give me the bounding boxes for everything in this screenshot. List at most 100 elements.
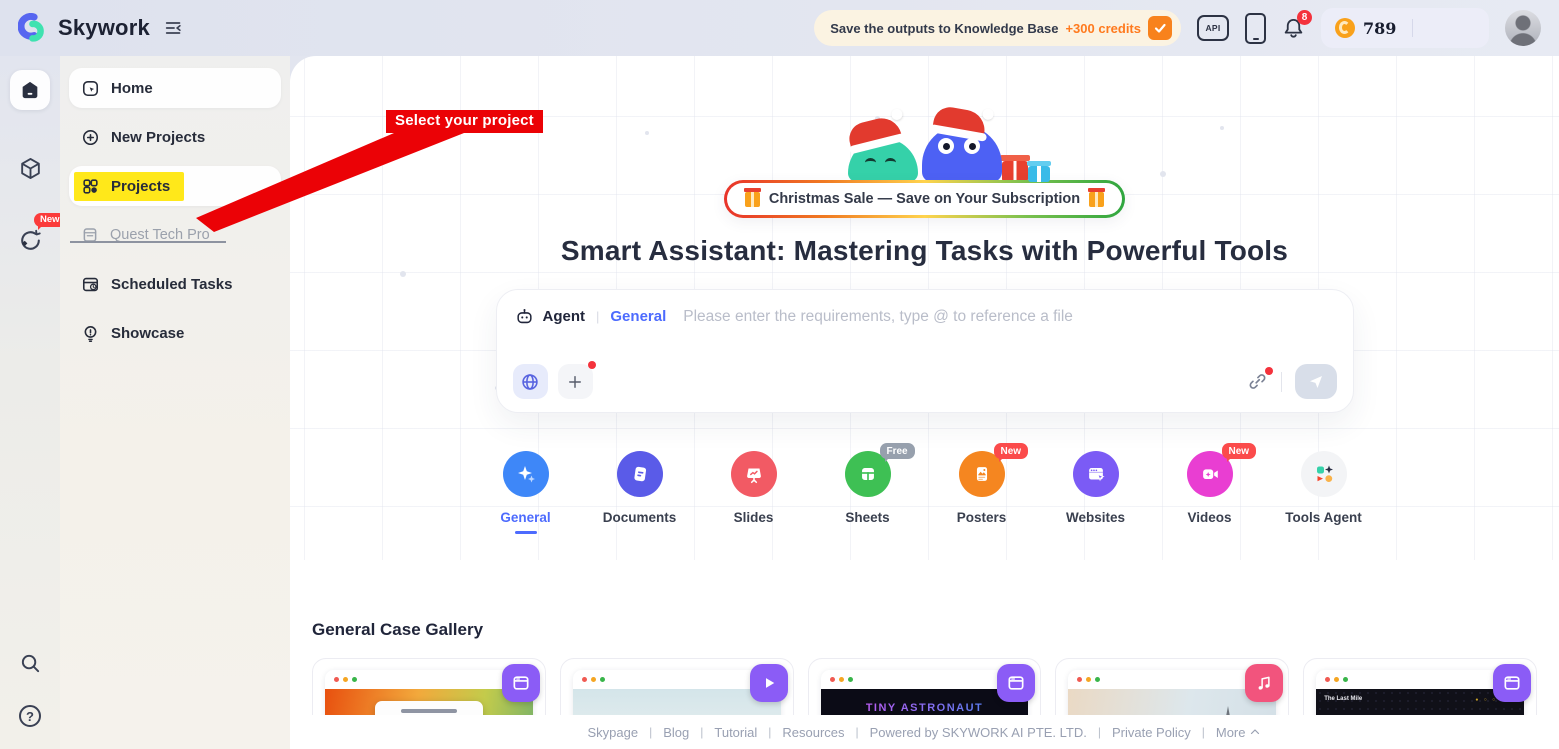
footer-link-private-policy[interactable]: Private Policy xyxy=(1112,725,1191,740)
sidebar-item-quest-tech-pro[interactable]: Quest Tech Pro xyxy=(69,215,281,255)
snow-dot xyxy=(400,271,406,277)
page-title: Smart Assistant: Mastering Tasks with Po… xyxy=(560,235,1289,266)
rail-home-button[interactable] xyxy=(10,70,50,110)
category-label: Videos xyxy=(1187,510,1232,525)
christmas-sale-banner[interactable]: Christmas Sale — Save on Your Subscripti… xyxy=(724,180,1125,218)
snow-dot xyxy=(645,131,649,135)
sidebar-item-showcase[interactable]: Showcase xyxy=(69,313,281,353)
gift-icon xyxy=(743,187,761,207)
footer-link-resources[interactable]: Resources xyxy=(782,725,844,740)
category-general[interactable]: General xyxy=(482,451,570,534)
category-slides[interactable]: Slides xyxy=(710,451,798,534)
christmas-mascots xyxy=(790,104,1060,182)
notifications-bell[interactable]: 8 xyxy=(1282,10,1312,40)
send-button[interactable] xyxy=(1294,364,1337,399)
rail-assistant-button[interactable]: New xyxy=(17,213,66,254)
sidebar-item-scheduled-tasks[interactable]: Scheduled Tasks xyxy=(69,264,281,304)
document-icon xyxy=(633,466,646,482)
prompt-composer[interactable]: Agent | General Please enter the require… xyxy=(495,289,1354,413)
santa-hat-icon xyxy=(931,104,988,138)
browser-cursor-icon xyxy=(1088,468,1105,482)
snow-dot xyxy=(1220,126,1224,130)
globe-icon xyxy=(522,373,538,390)
sidebar-item-new-projects[interactable]: New Projects xyxy=(69,117,281,157)
credits-count: 789 xyxy=(1363,18,1397,38)
blob-eye xyxy=(937,138,954,154)
poster-icon xyxy=(976,467,987,481)
footer-separator: | xyxy=(1097,725,1101,739)
api-icon[interactable]: API xyxy=(1197,15,1229,41)
rail-projects-button[interactable] xyxy=(18,156,43,181)
paper-plane-icon xyxy=(1309,375,1322,388)
sidebar-item-label: Scheduled Tasks xyxy=(111,275,233,293)
card-title: TINY ASTRONAUT xyxy=(865,702,984,714)
robot-agent-icon xyxy=(516,308,532,324)
christmas-blob-teal xyxy=(845,114,918,182)
user-avatar[interactable] xyxy=(1505,10,1541,46)
refresh-sparkle-icon xyxy=(20,229,41,250)
footer-separator: | xyxy=(768,725,772,739)
grid-icon xyxy=(83,178,98,194)
footer-link-more[interactable]: More xyxy=(1216,725,1262,740)
slides-badge-icon xyxy=(1492,664,1531,702)
footer-separator: | xyxy=(855,725,859,739)
tools-shapes-icon xyxy=(1316,465,1333,482)
credits-pill[interactable]: 789 xyxy=(1321,8,1489,48)
category-posters[interactable]: New Posters xyxy=(938,443,1029,534)
category-sheets[interactable]: Free Sheets xyxy=(824,443,915,534)
new-badge: New xyxy=(1221,443,1257,462)
sparkle-icon xyxy=(517,466,535,483)
category-label: Tools Agent xyxy=(1285,510,1362,525)
gallery-heading: General Case Gallery xyxy=(312,620,484,639)
video-camera-icon xyxy=(1202,469,1218,480)
footer-separator: | xyxy=(1201,725,1205,739)
footer: Skypage | Blog | Tutorial | Resources | … xyxy=(290,715,1559,749)
home-nav-icon xyxy=(82,80,99,96)
notification-dot xyxy=(587,361,596,369)
knowledge-base-banner[interactable]: Save the outputs to Knowledge Base +300 … xyxy=(814,10,1181,46)
blob-eye xyxy=(884,158,896,167)
composer-input[interactable]: Please enter the requirements, type @ to… xyxy=(683,308,1073,326)
footer-link-skypage[interactable]: Skypage xyxy=(588,725,639,740)
snow-dot xyxy=(1160,171,1166,177)
footer-link-tutorial[interactable]: Tutorial xyxy=(714,725,757,740)
category-label: Posters xyxy=(956,510,1007,525)
selected-underline xyxy=(514,531,537,534)
main-content: Christmas Sale — Save on Your Subscripti… xyxy=(290,56,1559,749)
link-reference-button[interactable] xyxy=(1247,367,1273,392)
attach-button[interactable] xyxy=(557,361,596,399)
footer-separator: | xyxy=(649,725,653,739)
sidebar-item-home[interactable]: Home xyxy=(69,68,281,108)
sidebar-item-label: New Projects xyxy=(111,128,206,146)
home-icon xyxy=(22,81,38,99)
mobile-app-icon[interactable] xyxy=(1245,12,1266,44)
composer-separator: | xyxy=(596,309,600,324)
footer-link-blog[interactable]: Blog xyxy=(663,725,689,740)
pill-divider xyxy=(1412,19,1414,37)
spreadsheet-icon xyxy=(861,468,874,480)
search-icon[interactable] xyxy=(19,652,42,675)
coin-icon xyxy=(1335,18,1355,38)
brand[interactable]: Skywork xyxy=(18,13,150,43)
category-documents[interactable]: Documents xyxy=(596,451,684,534)
sale-banner-text: Christmas Sale — Save on Your Subscripti… xyxy=(768,191,1081,207)
blob-eye xyxy=(963,138,980,154)
play-badge-icon xyxy=(749,664,788,702)
footer-separator: | xyxy=(700,725,704,739)
category-tools-agent[interactable]: Tools Agent xyxy=(1280,451,1368,534)
christmas-blob-blue xyxy=(921,104,1002,182)
sidebar-item-label: Projects xyxy=(111,177,171,195)
category-videos[interactable]: New Videos xyxy=(1166,443,1257,534)
mode-selector[interactable]: General xyxy=(610,308,666,325)
gift-box-cyan xyxy=(1026,161,1051,182)
sidebar-item-label: Showcase xyxy=(111,324,185,342)
help-icon[interactable]: ? xyxy=(19,705,41,727)
chevron-up-icon xyxy=(1251,729,1260,735)
category-websites[interactable]: Websites xyxy=(1052,451,1140,534)
category-label: Sheets xyxy=(845,510,890,525)
sidebar-item-projects[interactable]: Projects xyxy=(69,166,281,206)
footer-powered-by[interactable]: Powered by SKYWORK AI PTE. LTD. xyxy=(870,725,1087,740)
web-search-button[interactable] xyxy=(512,364,548,399)
collapse-sidebar-icon[interactable] xyxy=(164,18,184,38)
blob-eye xyxy=(864,158,876,167)
